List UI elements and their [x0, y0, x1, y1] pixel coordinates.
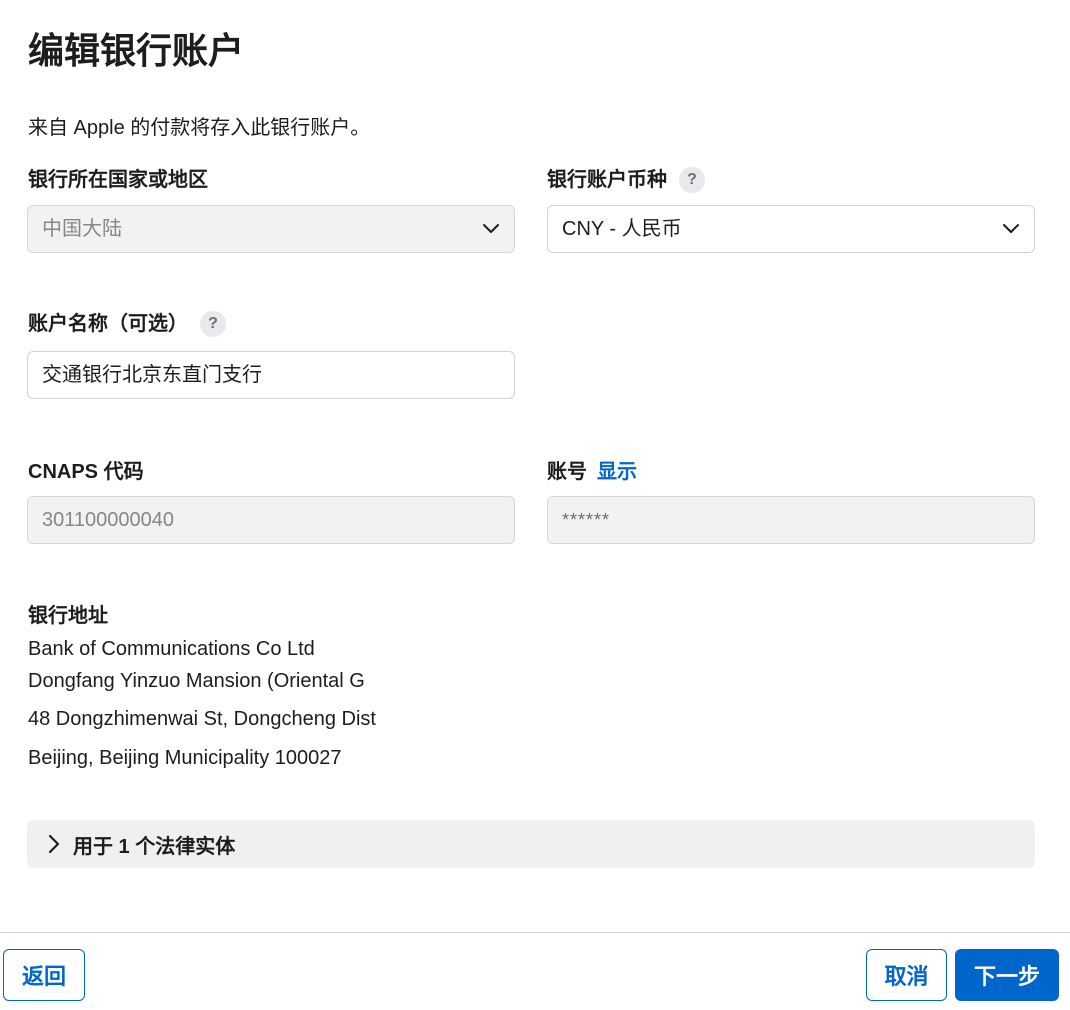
chevron-right-icon [48, 834, 60, 854]
edit-bank-account-page: 编辑银行账户 来自 Apple 的付款将存入此银行账户。 银行所在国家或地区 中… [0, 0, 1070, 1010]
currency-label-text: 银行账户币种 [547, 169, 667, 191]
legal-entities-label: 用于 1 个法律实体 [73, 835, 236, 858]
account-name-value: 交通银行北京东直门支行 [42, 364, 262, 386]
bank-country-label-text: 银行所在国家或地区 [28, 169, 208, 191]
page-intro: 来自 Apple 的付款将存入此银行账户。 [28, 117, 371, 139]
bank-address-line: Dongfang Yinzuo Mansion (Oriental G [28, 670, 365, 692]
currency-value: CNY - 人民币 [562, 218, 682, 240]
next-button[interactable]: 下一步 [955, 949, 1059, 1001]
account-number-input[interactable]: ****** [547, 496, 1035, 544]
bank-address-title: 银行地址 [28, 605, 108, 627]
account-number-label-text: 账号 [547, 461, 587, 483]
account-name-input[interactable]: 交通银行北京东直门支行 [27, 351, 515, 399]
page-title: 编辑银行账户 [28, 30, 245, 71]
bank-country-label: 银行所在国家或地区 [28, 167, 208, 193]
chevron-down-icon [483, 224, 499, 233]
currency-help-icon[interactable]: ? [679, 167, 705, 193]
cnaps-label-text: CNAPS 代码 [28, 461, 144, 483]
currency-label: 银行账户币种 ? [547, 167, 705, 193]
account-name-label-text: 账户名称（可选） [28, 313, 188, 335]
account-name-label: 账户名称（可选） ? [28, 311, 226, 337]
footer-divider [0, 932, 1070, 933]
cancel-button[interactable]: 取消 [866, 949, 947, 1001]
bank-country-value: 中国大陆 [42, 218, 122, 240]
account-number-label: 账号 显示 [547, 459, 637, 485]
currency-select[interactable]: CNY - 人民币 [547, 205, 1035, 253]
bank-address: 银行地址 Bank of Communications Co Ltd Dongf… [28, 603, 376, 771]
bank-address-line: 48 Dongzhimenwai St, Dongcheng Dist [28, 708, 376, 730]
show-account-number-link[interactable]: 显示 [597, 459, 637, 485]
bank-country-select[interactable]: 中国大陆 [27, 205, 515, 253]
legal-entities-disclosure[interactable]: 用于 1 个法律实体 [27, 820, 1035, 868]
cnaps-label: CNAPS 代码 [28, 459, 144, 485]
account-number-masked-value: ****** [562, 510, 611, 530]
bank-address-line: Bank of Communications Co Ltd [28, 638, 315, 660]
account-name-help-icon[interactable]: ? [200, 311, 226, 337]
chevron-down-icon [1003, 224, 1019, 233]
cnaps-input[interactable]: 301100000040 [27, 496, 515, 544]
back-button[interactable]: 返回 [3, 949, 85, 1001]
cnaps-value: 301100000040 [42, 509, 174, 531]
bank-address-line: Beijing, Beijing Municipality 100027 [28, 747, 342, 769]
